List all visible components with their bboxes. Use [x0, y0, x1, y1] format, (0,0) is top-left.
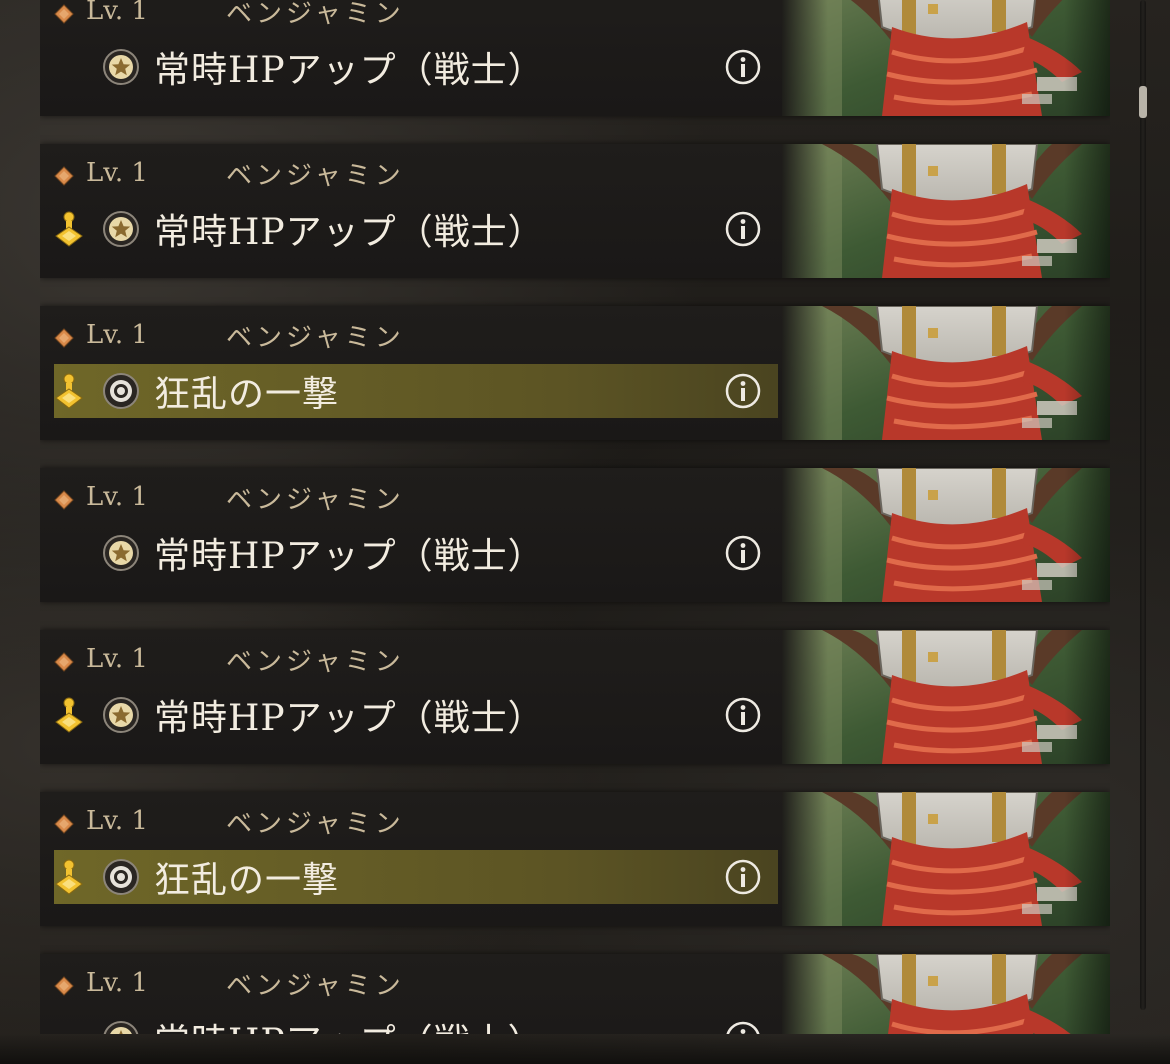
rarity-gem-icon — [54, 163, 74, 186]
target-icon — [102, 372, 140, 410]
info-icon[interactable] — [724, 1020, 762, 1034]
skill-row[interactable]: Lv. 1 ベンジャミン常時HPアップ（戦士） — [40, 144, 1110, 278]
skill-line[interactable]: 常時HPアップ（戦士） — [54, 40, 778, 94]
character-portrait — [782, 468, 1110, 602]
skill-row[interactable]: Lv. 1 ベンジャミン常時HPアップ（戦士） — [40, 468, 1110, 602]
bottom-fade — [0, 1034, 1170, 1064]
scrollbar-track[interactable] — [1140, 0, 1146, 1010]
skill-row[interactable]: Lv. 1 ベンジャミン狂乱の一撃 — [40, 792, 1110, 926]
character-portrait — [782, 792, 1110, 926]
skill-line[interactable]: 常時HPアップ（戦士） — [54, 688, 778, 742]
rarity-gem-icon — [54, 649, 74, 672]
character-portrait — [782, 630, 1110, 764]
equipped-icon — [54, 371, 84, 411]
star-icon — [102, 210, 140, 248]
character-name: ベンジャミン — [226, 322, 405, 353]
skill-level: Lv. 1 — [86, 0, 148, 26]
skill-name: 常時HPアップ（戦士） — [154, 1013, 545, 1034]
rarity-gem-icon — [54, 1, 74, 24]
skill-name: 狂乱の一撃 — [154, 860, 340, 901]
skill-level: Lv. 1 — [86, 968, 148, 998]
character-portrait — [782, 144, 1110, 278]
skill-level: Lv. 1 — [86, 158, 148, 188]
rarity-gem-icon — [54, 325, 74, 348]
target-icon — [102, 858, 140, 896]
info-icon[interactable] — [724, 210, 762, 248]
skill-level: Lv. 1 — [86, 482, 148, 512]
character-name: ベンジャミン — [226, 808, 405, 839]
skill-line-selected[interactable]: 狂乱の一撃 — [54, 364, 778, 418]
skill-level: Lv. 1 — [86, 320, 148, 350]
info-icon[interactable] — [724, 534, 762, 572]
character-portrait — [782, 0, 1110, 116]
info-icon[interactable] — [724, 48, 762, 86]
info-icon[interactable] — [724, 372, 762, 410]
skill-name: 常時HPアップ（戦士） — [154, 698, 545, 739]
skill-row[interactable]: Lv. 1 ベンジャミン常時HPアップ（戦士） — [40, 954, 1110, 1034]
star-icon — [102, 696, 140, 734]
row-header: Lv. 1 ベンジャミン — [54, 318, 405, 353]
row-header: Lv. 1 ベンジャミン — [54, 0, 405, 29]
row-header: Lv. 1 ベンジャミン — [54, 156, 405, 191]
skill-name: 狂乱の一撃 — [154, 374, 340, 415]
skill-line[interactable]: 常時HPアップ（戦士） — [54, 526, 778, 580]
character-name: ベンジャミン — [226, 970, 405, 1001]
equipped-icon — [54, 857, 84, 897]
character-name: ベンジャミン — [226, 484, 405, 515]
skill-level: Lv. 1 — [86, 806, 148, 836]
row-header: Lv. 1 ベンジャミン — [54, 966, 405, 1001]
row-header: Lv. 1 ベンジャミン — [54, 804, 405, 839]
character-portrait — [782, 954, 1110, 1034]
skill-line[interactable]: 常時HPアップ（戦士） — [54, 202, 778, 256]
rarity-gem-icon — [54, 487, 74, 510]
equipped-icon — [54, 209, 84, 249]
rarity-gem-icon — [54, 811, 74, 834]
character-name: ベンジャミン — [226, 0, 405, 29]
skill-row[interactable]: Lv. 1 ベンジャミン狂乱の一撃 — [40, 306, 1110, 440]
skill-row[interactable]: Lv. 1 ベンジャミン常時HPアップ（戦士） — [40, 630, 1110, 764]
info-icon[interactable] — [724, 858, 762, 896]
star-icon — [102, 48, 140, 86]
character-portrait — [782, 306, 1110, 440]
row-header: Lv. 1 ベンジャミン — [54, 480, 405, 515]
scrollbar-thumb[interactable] — [1139, 86, 1147, 118]
character-name: ベンジャミン — [226, 646, 405, 677]
skill-row[interactable]: Lv. 1 ベンジャミン常時HPアップ（戦士） — [40, 0, 1110, 116]
skill-level: Lv. 1 — [86, 644, 148, 674]
skill-name: 常時HPアップ（戦士） — [154, 50, 545, 91]
skill-line[interactable]: 常時HPアップ（戦士） — [54, 1012, 778, 1034]
star-icon — [102, 1020, 140, 1034]
skill-list: Lv. 1 ベンジャミン 常時HPアップ（戦士） Lv. 1 ベンジャミン 常時HPアップ… — [40, 0, 1110, 1034]
skill-line-selected[interactable]: 狂乱の一撃 — [54, 850, 778, 904]
row-header: Lv. 1 ベンジャミン — [54, 642, 405, 677]
skill-name: 常時HPアップ（戦士） — [154, 536, 545, 577]
star-icon — [102, 534, 140, 572]
skill-name: 常時HPアップ（戦士） — [154, 212, 545, 253]
rarity-gem-icon — [54, 973, 74, 996]
character-name: ベンジャミン — [226, 160, 405, 191]
info-icon[interactable] — [724, 696, 762, 734]
equipped-icon — [54, 695, 84, 735]
